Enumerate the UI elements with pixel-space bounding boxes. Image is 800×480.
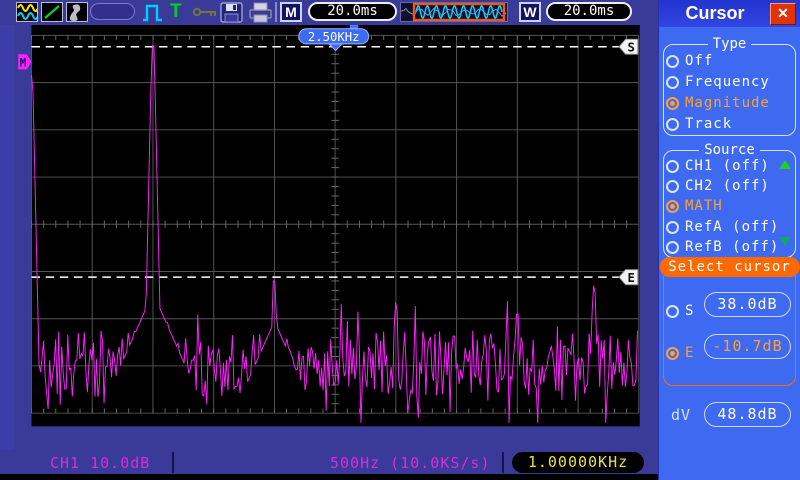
window-timebase-readout: 20.0ms (546, 2, 632, 21)
cursor-e-value: -10.7dB (704, 334, 791, 359)
panel-title-bar: Cursor ✕ (659, 0, 800, 27)
radio-icon (666, 97, 679, 110)
radio-label: Track (685, 116, 732, 132)
radio-icon (666, 55, 679, 68)
scroll-up-icon[interactable] (779, 160, 791, 169)
select-cursor-header: Select cursor (659, 257, 800, 277)
radio-cursor-s[interactable]: S (666, 301, 694, 321)
radio-type-track[interactable]: Track (666, 114, 732, 134)
radio-cursor-e[interactable]: E (666, 343, 694, 363)
radio-icon (666, 118, 679, 131)
radio-label: Off (685, 53, 713, 69)
trigger-t-icon[interactable]: T (170, 2, 186, 22)
radio-type-off[interactable]: Off (666, 51, 713, 71)
radio-icon (666, 221, 679, 234)
center-frequency-label: 2.50KHz (308, 30, 360, 44)
radio-label: Frequency (685, 74, 770, 90)
radio-icon (666, 160, 679, 173)
cursor-e-label: E (628, 271, 635, 285)
readout-placeholder (90, 3, 135, 20)
window-position-marker (350, 25, 359, 29)
frequency-counter-readout: 1.00000KHz (512, 452, 644, 473)
math-position-marker[interactable]: M (18, 54, 31, 69)
main-timebase-button[interactable]: M (280, 2, 302, 22)
main-timebase-readout: 20.0ms (308, 2, 397, 21)
status-bar: CH1 10.0dB 500Hz (10.0KS/s) 1.00000KHz (0, 450, 658, 477)
radio-icon (666, 347, 679, 360)
radio-source-refb[interactable]: RefB (off) (666, 237, 779, 257)
radio-type-magnitude[interactable]: Magnitude (666, 93, 770, 113)
scroll-down-icon[interactable] (779, 237, 791, 246)
radio-icon (666, 200, 679, 213)
radio-label: CH2 (off) (685, 178, 770, 194)
toolbar: T M 20.0ms (0, 0, 658, 25)
cursor-e-name: E (685, 345, 694, 361)
save-floppy-icon[interactable] (220, 2, 244, 22)
status-divider (502, 452, 504, 473)
radio-icon (666, 76, 679, 89)
image-stamp-icon[interactable] (66, 2, 88, 22)
radio-source-refa[interactable]: RefA (off) (666, 217, 779, 237)
type-group-label: Type (708, 36, 752, 52)
cursor-s-value: 38.0dB (704, 292, 791, 317)
status-divider (172, 452, 174, 473)
delta-label: dV (671, 406, 691, 424)
print-icon[interactable] (248, 2, 273, 22)
radio-label: CH1 (off) (685, 158, 770, 174)
math-marker-label: M (20, 56, 27, 70)
close-icon[interactable]: ✕ (770, 3, 796, 25)
screen-bottom-edge (0, 474, 658, 480)
draw-line-icon[interactable] (41, 2, 63, 22)
waveform-preview-widget[interactable] (400, 2, 508, 22)
radio-source-math[interactable]: MATH (666, 196, 723, 216)
oscilloscope-screen: T M 20.0ms (0, 0, 800, 480)
radio-icon (666, 180, 679, 193)
radio-label: Magnitude (685, 95, 770, 111)
radio-source-ch2[interactable]: CH2 (off) (666, 176, 770, 196)
radio-label: MATH (685, 198, 723, 214)
delta-value: 48.8dB (704, 402, 791, 427)
spectrum-plot: 2.50KHz M S E (0, 25, 658, 450)
window-timebase-button[interactable]: W (519, 2, 541, 22)
cursor-panel: Cursor ✕ Type Off Frequency Magnitude Tr… (658, 0, 800, 480)
radio-label: RefB (off) (685, 239, 779, 255)
radio-icon (666, 241, 679, 254)
panel-title: Cursor (659, 3, 771, 24)
cursor-s-name: S (685, 303, 694, 319)
cursor-s-label: S (628, 40, 635, 54)
horizontal-readout: 500Hz (10.0KS/s) (330, 454, 491, 472)
lock-key-icon[interactable] (192, 2, 219, 22)
select-cursor-group: Select cursor (663, 268, 796, 386)
toolbar-divider (275, 2, 277, 22)
pulse-edge-icon[interactable] (141, 2, 164, 22)
radio-type-frequency[interactable]: Frequency (666, 72, 770, 92)
radio-icon (666, 305, 679, 318)
radio-source-ch1[interactable]: CH1 (off) (666, 156, 770, 176)
radio-label: RefA (off) (685, 219, 779, 235)
ch1-scale-readout: CH1 10.0dB (50, 454, 150, 472)
channels-waveform-icon[interactable] (16, 2, 38, 22)
